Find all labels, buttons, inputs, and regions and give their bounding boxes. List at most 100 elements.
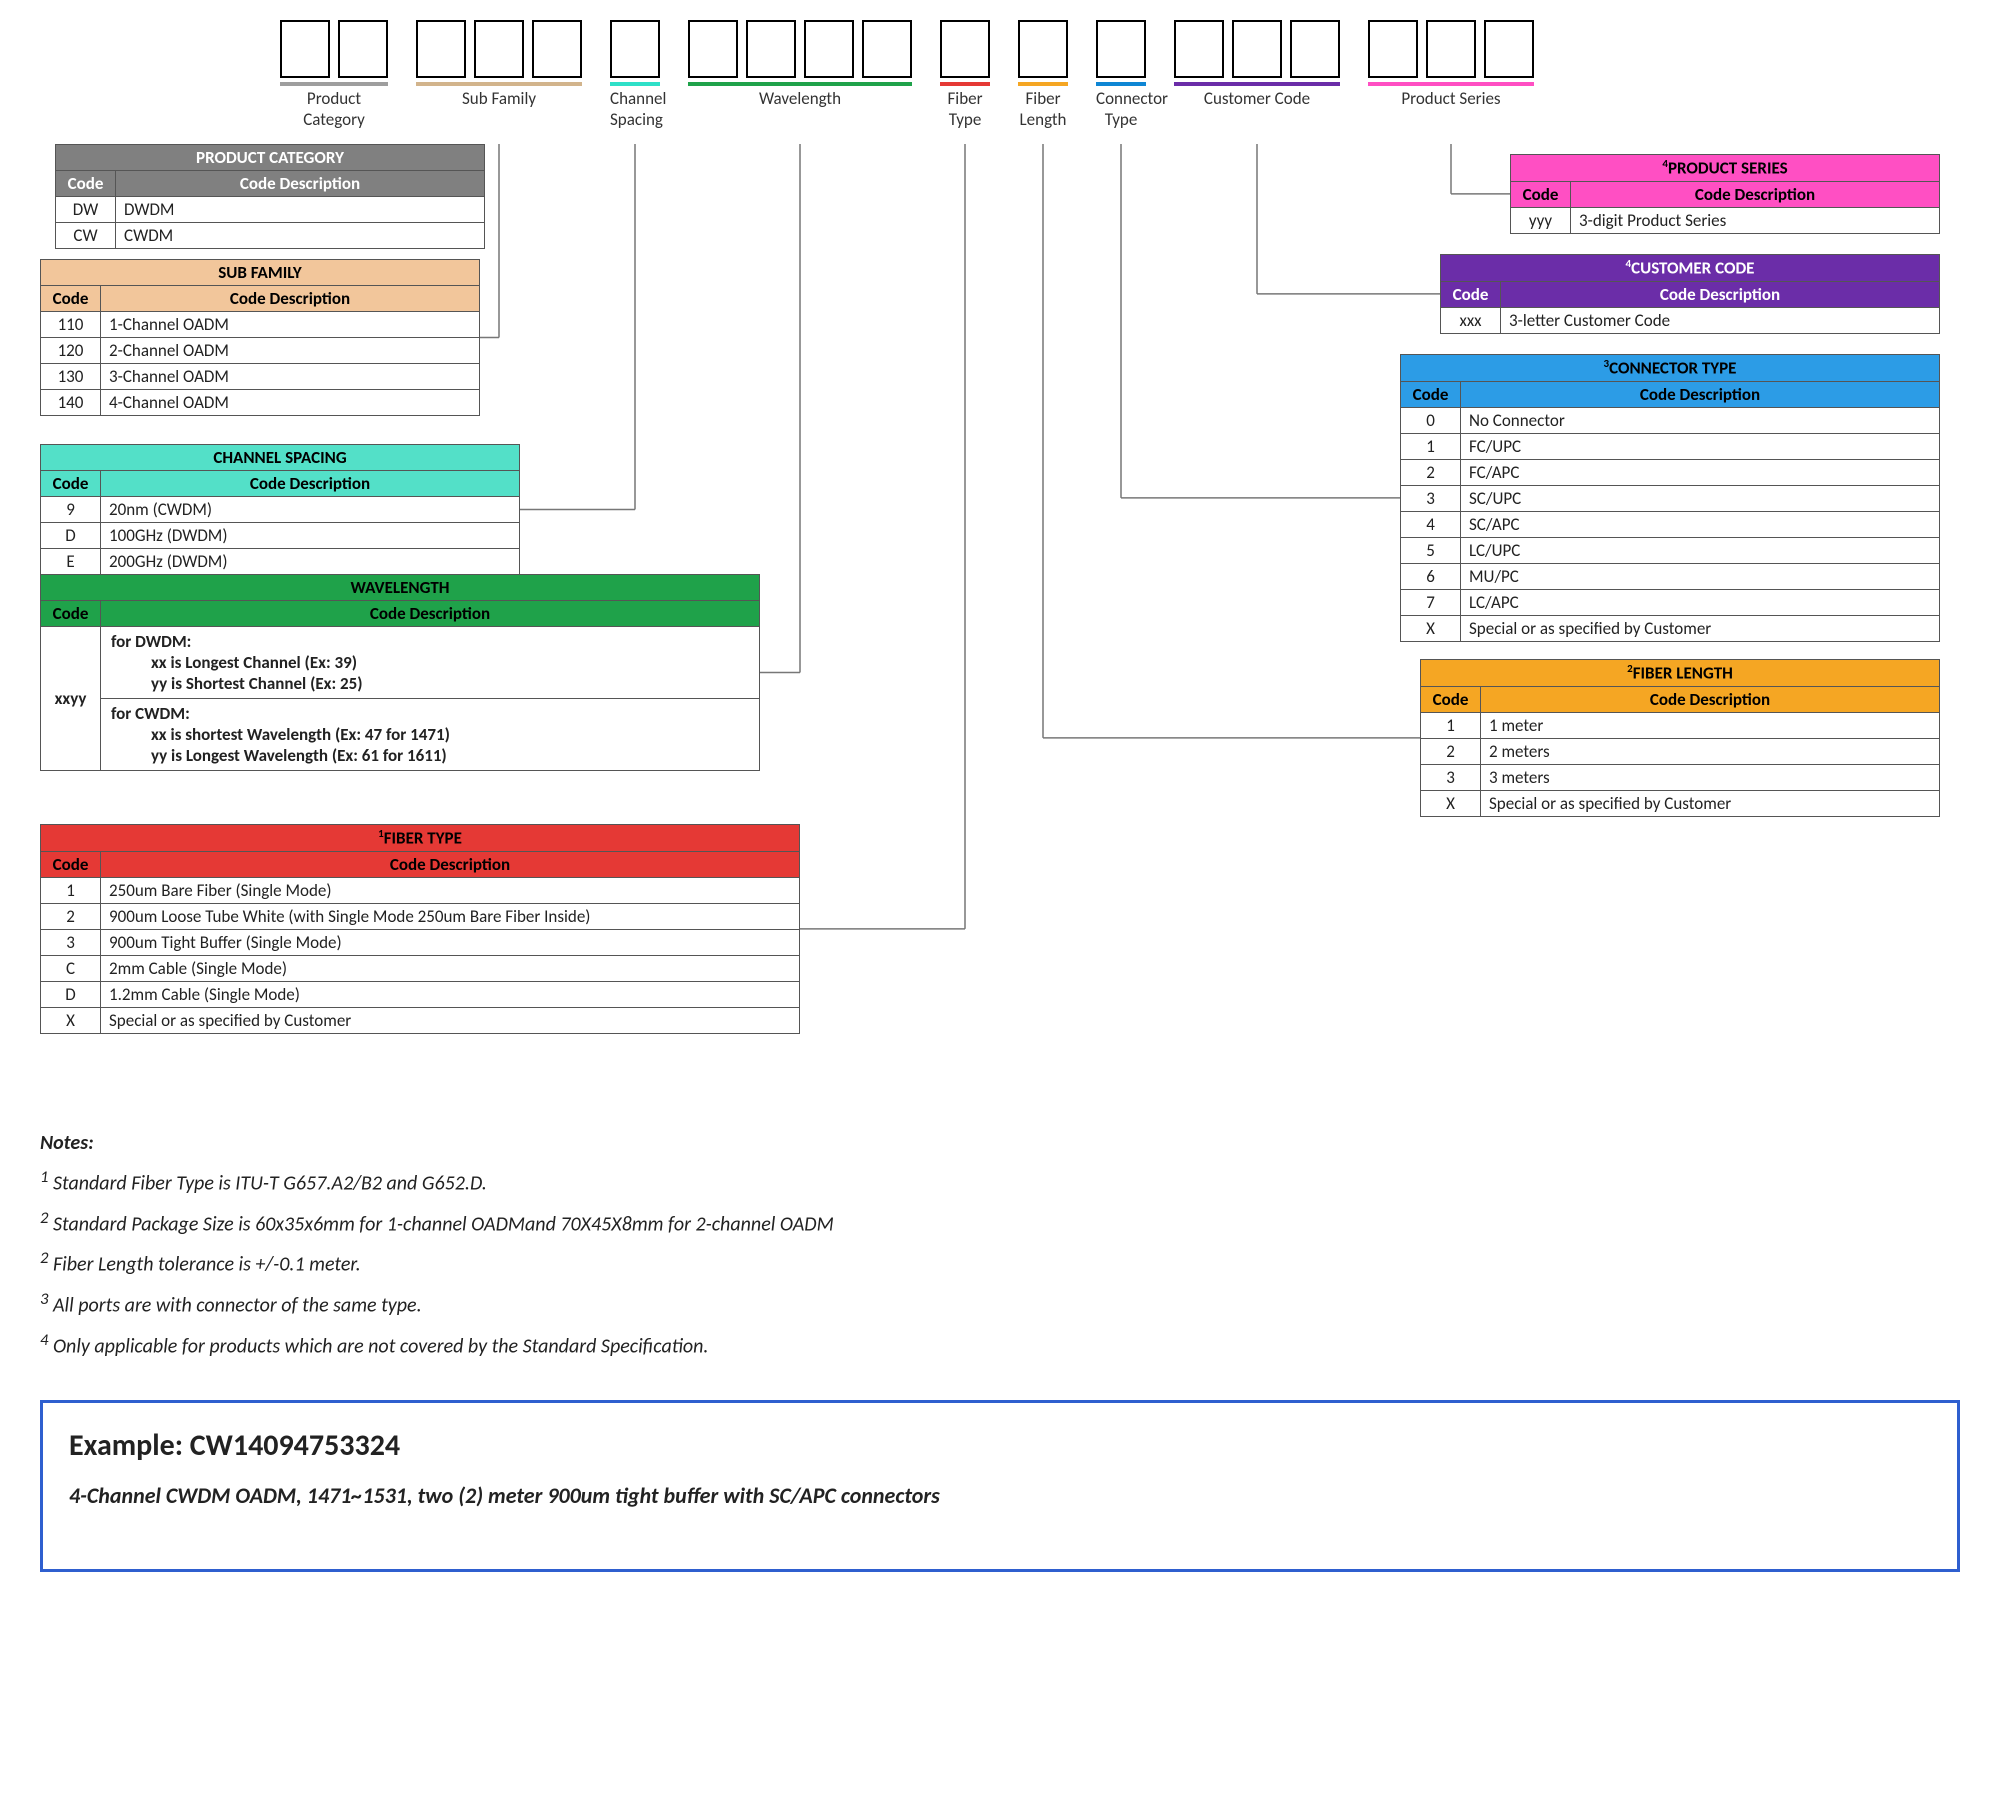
group-label-ser: Product Series bbox=[1368, 88, 1534, 130]
cell-code: 2 bbox=[1421, 738, 1481, 764]
partnumber-boxes bbox=[280, 20, 1960, 78]
group-label-ftype: Fiber Type bbox=[940, 88, 990, 130]
table-row: 3900um Tight Buffer (Single Mode) bbox=[41, 929, 800, 955]
table-title: WAVELENGTH bbox=[41, 575, 760, 601]
code-box bbox=[1368, 20, 1418, 78]
code-box bbox=[1484, 20, 1534, 78]
cell-code: 7 bbox=[1401, 589, 1461, 615]
table-row: 6MU/PC bbox=[1401, 563, 1940, 589]
cell-code: 4 bbox=[1401, 511, 1461, 537]
code-box bbox=[338, 20, 388, 78]
tables-area: PRODUCT CATEGORYCodeCode DescriptionDWDW… bbox=[40, 144, 1960, 1104]
table-col: Code Description bbox=[101, 286, 480, 312]
table-row: 2900um Loose Tube White (with Single Mod… bbox=[41, 903, 800, 929]
code-box bbox=[474, 20, 524, 78]
cell-desc: MU/PC bbox=[1461, 563, 1940, 589]
note-item: 3 All ports are with connector of the sa… bbox=[40, 1284, 1960, 1325]
cell-desc: LC/APC bbox=[1461, 589, 1940, 615]
table-col: Code bbox=[1441, 281, 1501, 307]
table-col: Code bbox=[41, 601, 101, 627]
table-col: Code Description bbox=[1481, 686, 1940, 712]
table-col: Code bbox=[1511, 181, 1571, 207]
cell-code: 2 bbox=[41, 903, 101, 929]
table-title: SUB FAMILY bbox=[41, 260, 480, 286]
table-ser: 4PRODUCT SERIESCodeCode Descriptionyyy3-… bbox=[1510, 154, 1940, 234]
note-item: 1 Standard Fiber Type is ITU-T G657.A2/B… bbox=[40, 1162, 1960, 1203]
cell-code: 1 bbox=[1401, 433, 1461, 459]
table-row: 1404-Channel OADM bbox=[41, 390, 480, 416]
table-row: 920nm (CWDM) bbox=[41, 497, 520, 523]
cell-code: 1 bbox=[41, 877, 101, 903]
cell-desc: CWDM bbox=[116, 223, 485, 249]
table-title: 3CONNECTOR TYPE bbox=[1401, 355, 1940, 382]
cell-code: 9 bbox=[41, 497, 101, 523]
cell-code: CW bbox=[56, 223, 116, 249]
note-item: 4 Only applicable for products which are… bbox=[40, 1325, 1960, 1366]
cell-desc: 2mm Cable (Single Mode) bbox=[101, 955, 800, 981]
code-box bbox=[280, 20, 330, 78]
table-col: Code Description bbox=[101, 601, 760, 627]
cell-desc: 900um Loose Tube White (with Single Mode… bbox=[101, 903, 800, 929]
cell-desc: 250um Bare Fiber (Single Mode) bbox=[101, 877, 800, 903]
cell-desc: 3 meters bbox=[1481, 764, 1940, 790]
cell-desc: Special or as specified by Customer bbox=[1481, 790, 1940, 816]
code-box bbox=[688, 20, 738, 78]
table-flen: 2FIBER LENGTHCodeCode Description11 mete… bbox=[1420, 659, 1940, 817]
cell-code: 0 bbox=[1401, 407, 1461, 433]
note-item: 2 Standard Package Size is 60x35x6mm for… bbox=[40, 1203, 1960, 1244]
group-label-chan: Channel Spacing bbox=[610, 88, 660, 130]
table-cat: PRODUCT CATEGORYCodeCode DescriptionDWDW… bbox=[55, 144, 485, 249]
cell-code: 130 bbox=[41, 364, 101, 390]
table-row: 1202-Channel OADM bbox=[41, 338, 480, 364]
cell-desc: No Connector bbox=[1461, 407, 1940, 433]
cell-desc: 20nm (CWDM) bbox=[101, 497, 520, 523]
table-row: 2FC/APC bbox=[1401, 459, 1940, 485]
example-title: Example: CW14094753324 bbox=[69, 1427, 1931, 1464]
code-box bbox=[416, 20, 466, 78]
cell-code: xxx bbox=[1441, 307, 1501, 333]
table-row: 7LC/APC bbox=[1401, 589, 1940, 615]
table-col: Code Description bbox=[101, 471, 520, 497]
table-row: XSpecial or as specified by Customer bbox=[41, 1007, 800, 1033]
cell-code: DW bbox=[56, 197, 116, 223]
table-row: 1303-Channel OADM bbox=[41, 364, 480, 390]
cell-code: 3 bbox=[1421, 764, 1481, 790]
cell-desc: 2-Channel OADM bbox=[101, 338, 480, 364]
group-label-wav: Wavelength bbox=[688, 88, 912, 130]
group-label-conn: Connector Type bbox=[1096, 88, 1146, 130]
notes-section: Notes: 1 Standard Fiber Type is ITU-T G6… bbox=[40, 1124, 1960, 1365]
example-box: Example: CW14094753324 4-Channel CWDM OA… bbox=[40, 1400, 1960, 1572]
group-label-cat: Product Category bbox=[280, 88, 388, 130]
cell-desc: 100GHz (DWDM) bbox=[101, 523, 520, 549]
code-box bbox=[1174, 20, 1224, 78]
table-row: 33 meters bbox=[1421, 764, 1940, 790]
table-row: xxx3-letter Customer Code bbox=[1441, 307, 1940, 333]
table-wav: WAVELENGTHCodeCode Descriptionxxyyfor DW… bbox=[40, 574, 760, 771]
code-box bbox=[1232, 20, 1282, 78]
table-conn: 3CONNECTOR TYPECodeCode Description0No C… bbox=[1400, 354, 1940, 642]
cell-desc: 3-Channel OADM bbox=[101, 364, 480, 390]
code-box bbox=[804, 20, 854, 78]
cell-desc: 2 meters bbox=[1481, 738, 1940, 764]
table-col: Code Description bbox=[1571, 181, 1940, 207]
cell-code: D bbox=[41, 981, 101, 1007]
group-labels: Product CategorySub FamilyChannel Spacin… bbox=[280, 88, 1960, 130]
table-row: 4SC/APC bbox=[1401, 511, 1940, 537]
notes-heading: Notes: bbox=[40, 1124, 1960, 1162]
table-col: Code bbox=[1401, 381, 1461, 407]
cell-desc: 1-Channel OADM bbox=[101, 312, 480, 338]
cell-desc: FC/UPC bbox=[1461, 433, 1940, 459]
cell-code: 6 bbox=[1401, 563, 1461, 589]
table-row: D100GHz (DWDM) bbox=[41, 523, 520, 549]
cell-code: 5 bbox=[1401, 537, 1461, 563]
code-box bbox=[532, 20, 582, 78]
code-box bbox=[1018, 20, 1068, 78]
cell-desc: LC/UPC bbox=[1461, 537, 1940, 563]
group-underlines bbox=[280, 78, 1960, 86]
table-row: CWCWDM bbox=[56, 223, 485, 249]
group-label-cust: Customer Code bbox=[1174, 88, 1340, 130]
table-row: 1250um Bare Fiber (Single Mode) bbox=[41, 877, 800, 903]
table-row: D1.2mm Cable (Single Mode) bbox=[41, 981, 800, 1007]
cell-desc: Special or as specified by Customer bbox=[1461, 615, 1940, 641]
cell-desc: 3-digit Product Series bbox=[1571, 207, 1940, 233]
